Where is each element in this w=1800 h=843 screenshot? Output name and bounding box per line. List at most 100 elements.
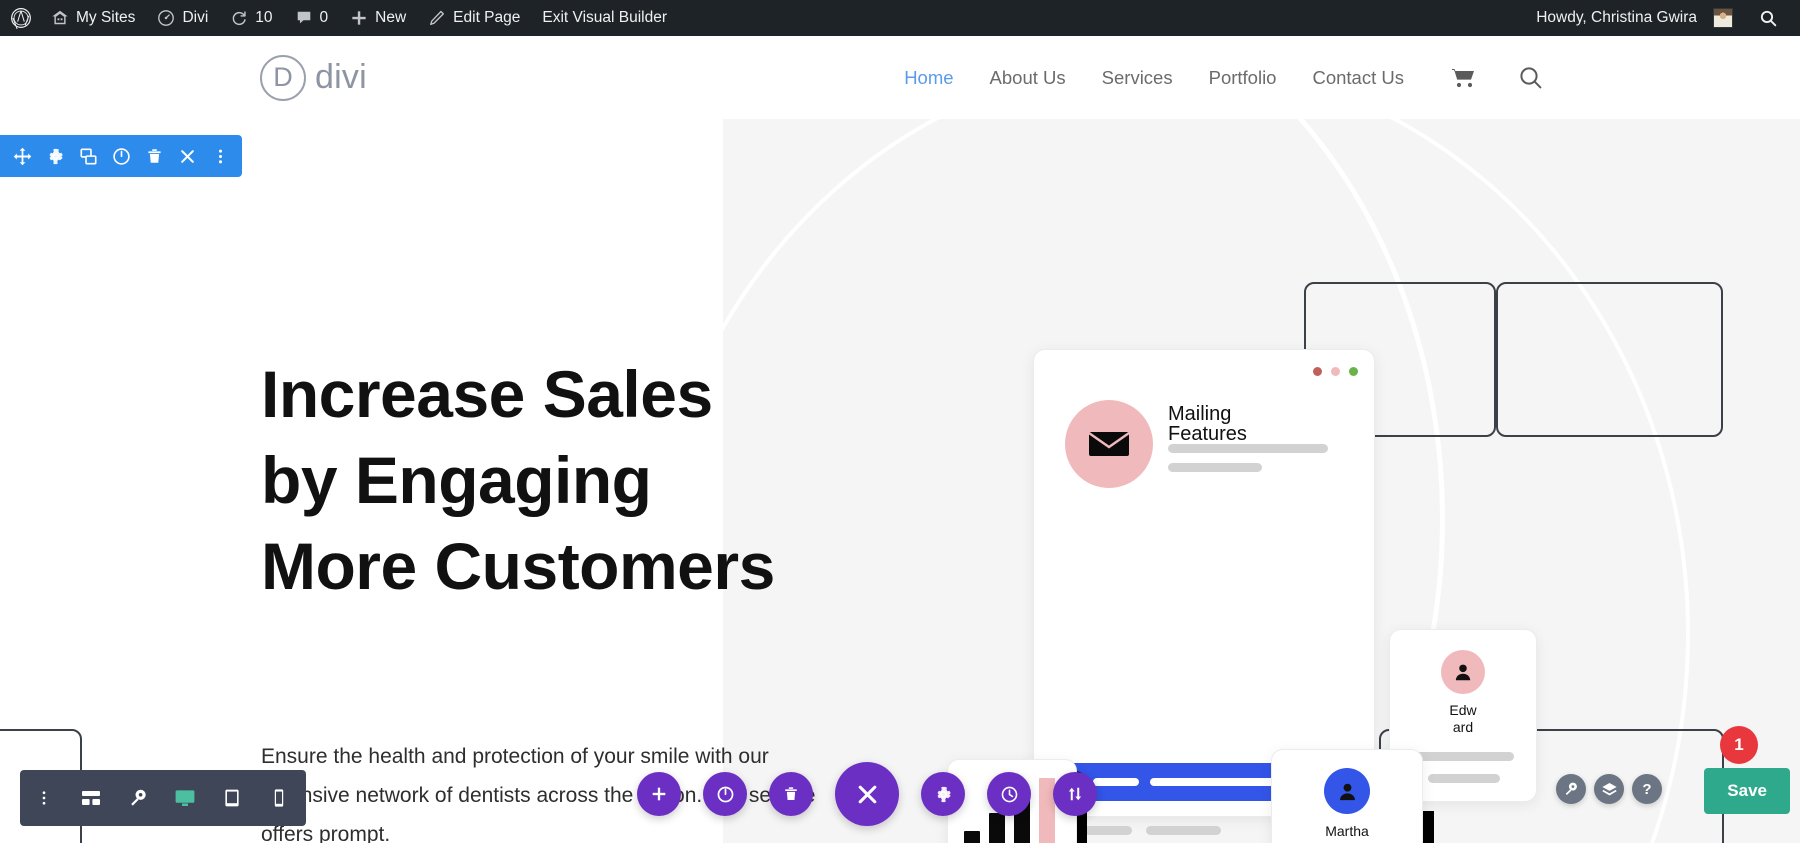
desktop-view-button[interactable] <box>161 770 208 826</box>
admin-bar-search-button[interactable] <box>1741 9 1792 28</box>
close-x-icon <box>854 781 881 808</box>
admin-bar-my-sites[interactable]: My Sites <box>40 0 146 36</box>
nav-item-services[interactable]: Services <box>1102 67 1173 89</box>
window-dot-red <box>1313 367 1322 376</box>
toolbar-more-button[interactable] <box>20 770 67 826</box>
divi-logo-mark: D <box>260 54 306 101</box>
main-navigation: Home About Us Services Portfolio Contact… <box>904 65 1544 91</box>
person-name: Edw ard <box>1390 702 1536 736</box>
page-settings-button[interactable] <box>921 772 965 816</box>
zoom-button[interactable] <box>1556 774 1586 804</box>
page-title-line1: Increase Sales <box>261 357 713 431</box>
desktop-icon <box>174 788 196 808</box>
mail-card-title-line1: Mailing <box>1168 403 1232 425</box>
shopping-cart-icon[interactable] <box>1448 66 1476 90</box>
zoom-key-icon <box>128 788 148 808</box>
nav-item-portfolio[interactable]: Portfolio <box>1209 67 1277 89</box>
admin-bar-divi[interactable]: Divi <box>146 0 219 36</box>
add-module-button[interactable] <box>637 772 681 816</box>
wordpress-logo-icon <box>10 7 32 29</box>
disable-module-button[interactable] <box>105 135 138 177</box>
close-toolbar-button[interactable] <box>171 135 204 177</box>
wireframe-layout-icon <box>80 788 102 808</box>
vertical-ellipsis-icon <box>211 147 230 166</box>
window-dot-green <box>1349 367 1358 376</box>
admin-bar-new[interactable]: New <box>339 0 417 36</box>
save-button[interactable]: Save <box>1704 768 1790 814</box>
admin-bar-my-sites-label: My Sites <box>76 9 136 26</box>
disable-module-button[interactable] <box>703 772 747 816</box>
zoom-key-icon <box>1563 781 1579 797</box>
phone-view-button[interactable] <box>255 770 302 826</box>
duplicate-icon <box>79 147 98 166</box>
placeholder-bar <box>1093 778 1139 786</box>
module-more-options-button[interactable] <box>204 135 237 177</box>
admin-bar-comments-count: 0 <box>319 9 329 26</box>
mail-avatar <box>1065 400 1153 488</box>
admin-bar-exit-label: Exit Visual Builder <box>542 9 668 26</box>
person-name: Martha <box>1325 823 1369 839</box>
site-logo[interactable]: D divi <box>260 54 367 101</box>
placeholder-bar <box>1168 463 1262 472</box>
builder-canvas: Mailing Features Edw ard Martha Increase… <box>0 119 1800 843</box>
placeholder-bar <box>1084 826 1132 835</box>
mail-card-title-line2: Features <box>1168 423 1247 446</box>
trash-icon <box>145 147 164 166</box>
admin-bar-comments[interactable]: 0 <box>284 0 340 36</box>
delete-module-button[interactable] <box>769 772 813 816</box>
person-avatar <box>1324 768 1370 814</box>
wordpress-logo-button[interactable] <box>0 0 40 36</box>
envelope-icon <box>1089 429 1129 459</box>
wireframe-view-button[interactable] <box>67 770 114 826</box>
page-title-line3: More Customers <box>261 529 775 603</box>
wireframe-column-right[interactable] <box>1496 282 1723 437</box>
module-settings-button[interactable] <box>39 135 72 177</box>
help-button[interactable]: ? <box>1632 774 1662 804</box>
admin-bar-howdy-label: Howdy, Christina Gwira <box>1536 9 1697 26</box>
tablet-view-button[interactable] <box>208 770 255 826</box>
mail-card-title: Mailing Features <box>1168 404 1318 445</box>
chart-bar-1 <box>964 831 980 843</box>
move-arrows-icon <box>13 147 32 166</box>
page-title: Increase Sales by Engaging More Customer… <box>261 351 861 609</box>
illustration-person-card-martha: Martha <box>1271 749 1423 843</box>
person-avatar <box>1441 650 1485 694</box>
placeholder-bar <box>1168 444 1328 453</box>
illustration-mailing-card: Mailing Features <box>1033 349 1375 839</box>
close-menu-button[interactable] <box>835 762 899 826</box>
avatar <box>1713 8 1733 28</box>
admin-bar-howdy[interactable]: Howdy, Christina Gwira <box>1526 0 1741 36</box>
duplicate-module-button[interactable] <box>72 135 105 177</box>
zoom-out-view-button[interactable] <box>114 770 161 826</box>
builder-view-toolbar <box>20 770 306 826</box>
admin-bar-exit-visual-builder[interactable]: Exit Visual Builder <box>531 0 678 36</box>
admin-bar-updates[interactable]: 10 <box>219 0 283 36</box>
close-x-icon <box>178 147 197 166</box>
nav-item-home[interactable]: Home <box>904 67 953 89</box>
search-icon[interactable] <box>1518 65 1544 91</box>
move-module-button[interactable] <box>6 135 39 177</box>
gear-icon <box>934 785 953 804</box>
module-settings-toolbar <box>0 135 242 177</box>
admin-bar-edit-page[interactable]: Edit Page <box>417 0 531 36</box>
save-badge: 1 <box>1720 726 1758 764</box>
layers-button[interactable] <box>1594 774 1624 804</box>
plus-icon <box>650 785 668 803</box>
gear-icon <box>46 147 65 166</box>
nav-item-about-us[interactable]: About Us <box>990 67 1066 89</box>
site-header: D divi Home About Us Services Portfolio … <box>0 36 1800 119</box>
delete-module-button[interactable] <box>138 135 171 177</box>
window-dot-pink <box>1331 367 1340 376</box>
wp-admin-bar: My Sites Divi 10 0 New Edit Page Exit Vi… <box>0 0 1800 36</box>
person-name-line2: ard <box>1452 719 1474 735</box>
admin-bar-updates-count: 10 <box>255 9 273 26</box>
page-title-line2: by Engaging <box>261 443 652 517</box>
admin-bar-edit-page-label: Edit Page <box>453 9 521 26</box>
nav-item-contact-us[interactable]: Contact Us <box>1312 67 1404 89</box>
editing-history-button[interactable] <box>987 772 1031 816</box>
sort-arrows-icon <box>1066 785 1084 803</box>
person-icon <box>1452 661 1474 683</box>
reorder-button[interactable] <box>1053 772 1097 816</box>
placeholder-bar <box>1428 774 1500 783</box>
sites-house-icon <box>51 9 69 27</box>
